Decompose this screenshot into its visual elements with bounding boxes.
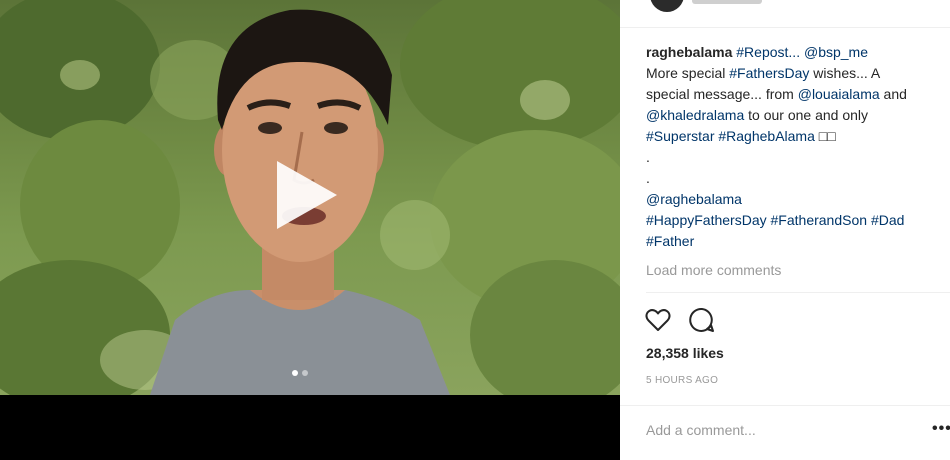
like-button[interactable] — [644, 306, 672, 334]
caption-line: @khaledralama to our one and only — [646, 105, 936, 126]
caption-line: #HappyFathersDay #FatherandSon #Dad — [646, 210, 936, 231]
caption-line: #Father — [646, 231, 936, 252]
likes-count[interactable]: 28,358 likes — [646, 345, 724, 361]
caption-text: and — [879, 86, 907, 102]
caption-line: More special #FathersDay wishes... A — [646, 63, 936, 84]
mention-link[interactable]: @bsp_me — [804, 44, 868, 60]
load-more-comments-link[interactable]: Load more comments — [646, 262, 781, 278]
hashtag-link[interactable]: #Repost... — [736, 44, 800, 60]
caption-text: to our one and only — [744, 107, 869, 123]
hashtag-link[interactable]: #Superstar — [646, 128, 714, 144]
post-caption: raghebalama #Repost... @bsp_me More spec… — [646, 42, 936, 252]
carousel-dot-active — [292, 370, 298, 376]
mention-link[interactable]: @khaledralama — [646, 107, 744, 123]
post-header — [620, 0, 950, 28]
avatar[interactable] — [650, 0, 684, 12]
hashtag-link[interactable]: #RaghebAlama — [718, 128, 815, 144]
caption-dot: . — [646, 170, 650, 186]
caption-username[interactable]: raghebalama — [646, 44, 732, 60]
emoji-placeholder: □□ — [818, 128, 836, 144]
divider — [646, 292, 950, 293]
hashtag-link[interactable]: #FatherandSon — [771, 212, 868, 228]
caption-line: #Superstar #RaghebAlama □□ — [646, 126, 936, 147]
play-button[interactable] — [265, 155, 345, 235]
comment-bar: ••• — [620, 405, 950, 460]
carousel-indicator — [292, 370, 308, 376]
caption-text: special message... from — [646, 86, 798, 102]
heart-icon — [645, 309, 671, 331]
caption-line: special message... from @louaialama and — [646, 84, 936, 105]
post-actions — [644, 306, 716, 334]
post-media — [0, 0, 620, 460]
mention-link[interactable]: @raghebalama — [646, 191, 742, 207]
caption-line: @raghebalama — [646, 189, 936, 210]
hashtag-link[interactable]: #HappyFathersDay — [646, 212, 767, 228]
header-username-cropped — [692, 0, 762, 4]
carousel-dot[interactable] — [302, 370, 308, 376]
mention-link[interactable]: @louaialama — [798, 86, 880, 102]
hashtag-link[interactable]: #Dad — [871, 212, 904, 228]
caption-dot: . — [646, 149, 650, 165]
comment-button[interactable] — [688, 306, 716, 334]
caption-text: More special — [646, 65, 730, 81]
post-timestamp: 5 HOURS AGO — [646, 375, 719, 386]
caption-text: wishes... A — [809, 65, 881, 81]
comment-icon — [689, 307, 714, 332]
comment-input[interactable] — [646, 420, 906, 440]
post-sidebar: raghebalama #Repost... @bsp_me More spec… — [620, 0, 950, 460]
play-icon — [277, 161, 337, 229]
caption-line: raghebalama #Repost... @bsp_me — [646, 42, 936, 63]
more-options-icon[interactable]: ••• — [932, 420, 950, 438]
hashtag-link[interactable]: #Father — [646, 233, 694, 249]
hashtag-link[interactable]: #FathersDay — [729, 65, 809, 81]
video-player[interactable] — [0, 0, 620, 395]
video-letterbox — [0, 395, 620, 460]
